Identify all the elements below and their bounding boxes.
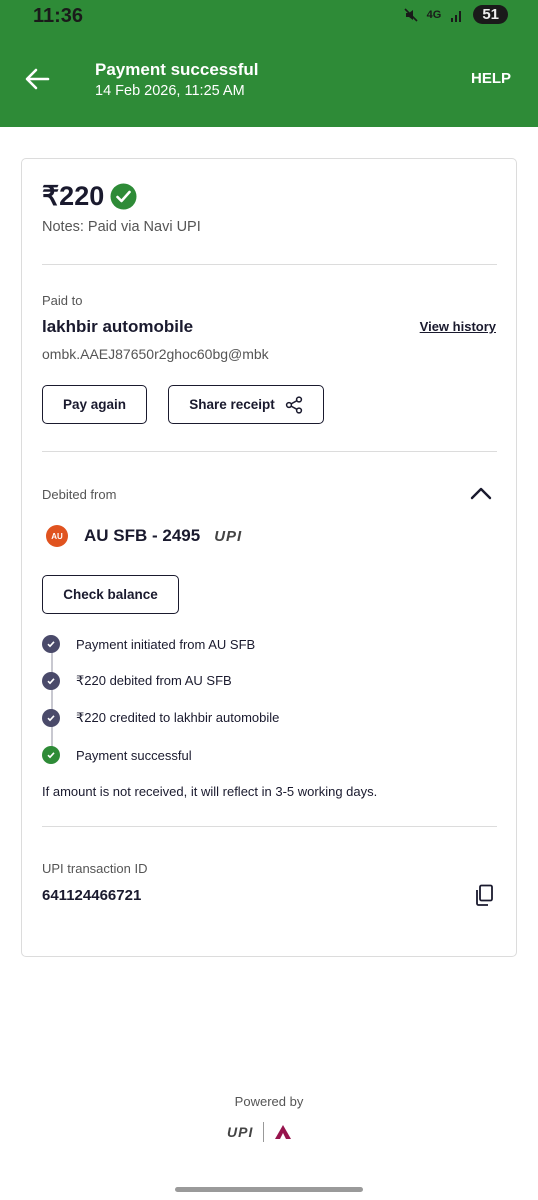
app-header: 11:36 4G 51 Payment successful 14 Feb 20… bbox=[0, 0, 538, 127]
timeline-step-label: ₹220 debited from AU SFB bbox=[76, 673, 232, 688]
timeline-step: ₹220 debited from AU SFB bbox=[42, 672, 232, 690]
home-indicator[interactable] bbox=[175, 1187, 363, 1192]
amount-row: ₹220 bbox=[42, 181, 137, 212]
bank-logo: AU bbox=[46, 525, 68, 547]
upi-logo: UPI bbox=[227, 1124, 254, 1140]
divider bbox=[42, 451, 497, 452]
share-receipt-button[interactable]: Share receipt bbox=[168, 385, 324, 424]
timeline-step: Payment successful bbox=[42, 746, 192, 764]
refund-note: If amount is not received, it will refle… bbox=[42, 784, 378, 799]
payment-notes: Notes: Paid via Navi UPI bbox=[42, 219, 201, 235]
check-icon bbox=[42, 672, 60, 690]
transaction-id: 641124466721 bbox=[42, 887, 142, 904]
upi-logo: UPI bbox=[214, 527, 243, 545]
footer-logos: UPI bbox=[227, 1122, 292, 1142]
bank-partner-logo-icon bbox=[275, 1125, 292, 1139]
paid-to-label: Paid to bbox=[42, 293, 83, 308]
payment-amount: ₹220 bbox=[42, 181, 105, 211]
divider bbox=[42, 826, 497, 827]
page-title: Payment successful bbox=[95, 60, 259, 79]
status-icons: 4G 51 bbox=[404, 5, 508, 24]
powered-by-label: Powered by bbox=[234, 1094, 304, 1109]
bank-account: AU SFB - 2495 bbox=[84, 526, 201, 545]
success-check-icon bbox=[110, 183, 137, 210]
divider bbox=[42, 264, 497, 265]
share-receipt-label: Share receipt bbox=[189, 397, 275, 412]
debit-account-row: AU AU SFB - 2495 UPI bbox=[46, 525, 242, 547]
timeline-connector bbox=[51, 641, 53, 753]
timeline-step: Payment initiated from AU SFB bbox=[42, 635, 255, 653]
signal-icon bbox=[451, 10, 462, 22]
check-icon bbox=[42, 709, 60, 727]
share-icon bbox=[285, 395, 302, 414]
check-icon bbox=[42, 635, 60, 653]
battery-indicator: 51 bbox=[473, 5, 508, 24]
mute-icon bbox=[404, 7, 418, 22]
back-arrow-icon[interactable] bbox=[24, 66, 50, 92]
chevron-up-icon[interactable] bbox=[470, 486, 492, 500]
check-balance-label: Check balance bbox=[63, 587, 158, 602]
success-check-icon bbox=[42, 746, 60, 764]
network-label: 4G bbox=[426, 8, 442, 21]
payee-upi-id: ombk.AAEJ87650r2ghoc60bg@mbk bbox=[42, 346, 269, 362]
divider bbox=[263, 1122, 265, 1142]
timeline-step-label: ₹220 credited to lakhbir automobile bbox=[76, 710, 280, 725]
view-history-link[interactable]: View history bbox=[420, 319, 496, 334]
timeline-step-label: Payment successful bbox=[76, 747, 192, 763]
payment-details-card: ₹220 Notes: Paid via Navi UPI Paid to la… bbox=[21, 158, 517, 957]
status-time: 11:36 bbox=[33, 5, 84, 27]
pay-again-label: Pay again bbox=[62, 397, 127, 412]
copy-icon[interactable] bbox=[474, 884, 494, 906]
debited-from-label: Debited from bbox=[42, 487, 117, 502]
transaction-id-label: UPI transaction ID bbox=[42, 861, 148, 876]
payee-name: lakhbir automobile bbox=[42, 317, 194, 336]
payment-timestamp: 14 Feb 2026, 11:25 AM bbox=[95, 83, 245, 99]
pay-again-button[interactable]: Pay again bbox=[42, 385, 147, 424]
check-balance-button[interactable]: Check balance bbox=[42, 575, 179, 614]
timeline-step-label: Payment initiated from AU SFB bbox=[76, 636, 256, 652]
help-button[interactable]: HELP bbox=[471, 70, 511, 87]
timeline-step: ₹220 credited to lakhbir automobile bbox=[42, 709, 279, 727]
